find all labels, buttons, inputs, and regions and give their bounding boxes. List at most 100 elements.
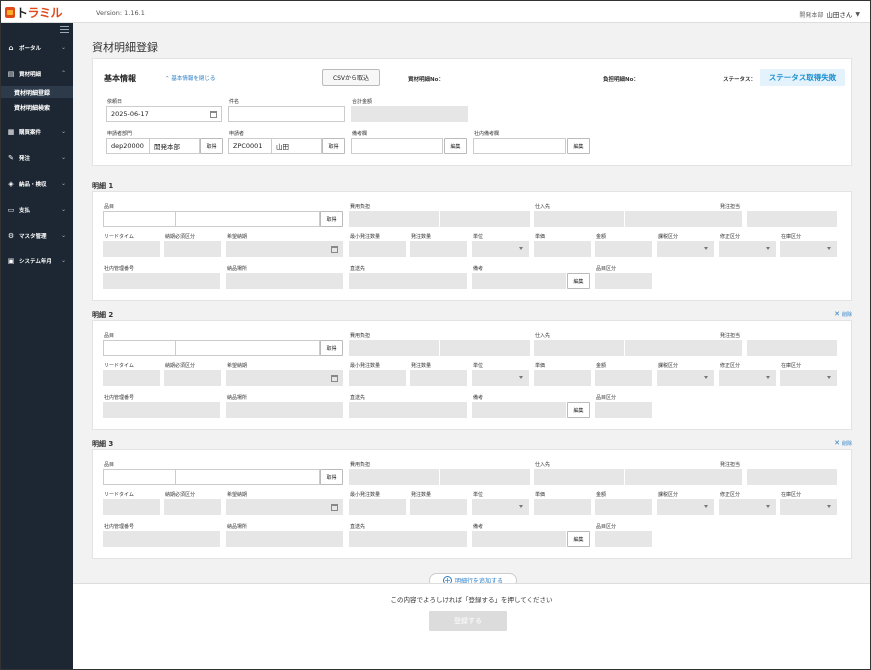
sidebar-item-master[interactable]: ⚙ マスタ管理 ⌄	[1, 229, 73, 243]
min-qty-label: 最小発注数量	[350, 492, 381, 498]
tax-class-select[interactable]	[657, 499, 714, 515]
subject-label: 件名	[229, 99, 240, 105]
stock-class-select[interactable]	[780, 241, 837, 257]
line-title: 明細 3	[92, 440, 114, 448]
correction-class-select[interactable]	[719, 241, 776, 257]
delivery-place-name-field	[285, 273, 343, 289]
desired-date-label: 希望納期	[227, 363, 248, 369]
calendar-icon: ▣	[7, 256, 15, 265]
calculator-icon: ▦	[7, 127, 15, 136]
applicant-fetch-button[interactable]: 取得	[322, 138, 345, 154]
desired-date-input[interactable]	[226, 241, 343, 257]
stock-class-select[interactable]	[780, 499, 837, 515]
lead-time-field	[103, 241, 160, 257]
order-qty-label: 発注数量	[411, 492, 432, 498]
tax-class-label: 課税区分	[658, 363, 679, 369]
item-class-field	[595, 402, 652, 418]
ship-to-name-field	[408, 273, 467, 289]
sidebar-item-purchase[interactable]: ▦ 購買案件 ⌄	[1, 125, 73, 139]
app-logo[interactable]: トラミル	[5, 6, 63, 20]
sidebar-subitem-search[interactable]: 資材明細検索	[1, 101, 73, 113]
sidebar-item-label: 購買案件	[19, 130, 42, 136]
unit-label: 単位	[473, 234, 484, 240]
item-code-input[interactable]	[103, 340, 176, 356]
ship-to-label: 直送先	[350, 524, 366, 530]
line-remarks-edit-button[interactable]: 編集	[567, 531, 590, 547]
delete-line-link[interactable]: ✕ 削除	[834, 439, 852, 447]
calendar-icon[interactable]	[331, 504, 338, 511]
total-amount-field	[351, 106, 468, 122]
unit-select[interactable]	[472, 370, 529, 386]
basic-info-card: 基本情報 ⌃ 基本情報を閉じる CSVから取込 資材明細No： 負担明細No： …	[92, 58, 852, 166]
sidebar-item-portal[interactable]: ⌂ ポータル ⌄	[1, 41, 73, 55]
sidebar-item-label: システム年月	[19, 259, 52, 265]
calendar-icon[interactable]	[210, 111, 217, 118]
cost-burden-code-field	[349, 340, 439, 356]
delete-line-link[interactable]: ✕ 削除	[834, 310, 852, 318]
unit-select[interactable]	[472, 241, 529, 257]
calendar-icon[interactable]	[331, 246, 338, 253]
item-name-input[interactable]	[175, 211, 320, 227]
menu-collapse-icon[interactable]	[60, 26, 69, 33]
total-amount-label: 合計金額	[352, 99, 373, 105]
internal-no-field	[103, 531, 220, 547]
close-icon: ✕	[834, 310, 840, 318]
stock-class-select[interactable]	[780, 370, 837, 386]
tax-class-select[interactable]	[657, 370, 714, 386]
line-remarks-edit-button[interactable]: 編集	[567, 273, 590, 289]
request-date-input[interactable]: 2025-06-17	[106, 106, 222, 122]
item-code-input[interactable]	[103, 469, 176, 485]
dept-code-input[interactable]: dep20000	[106, 138, 150, 154]
tax-class-select[interactable]	[657, 241, 714, 257]
correction-class-select[interactable]	[719, 499, 776, 515]
amount-label: 金額	[596, 363, 607, 369]
ship-to-code-field	[349, 273, 408, 289]
internal-remarks-edit-button[interactable]: 編集	[567, 138, 590, 154]
item-fetch-button[interactable]: 取得	[320, 340, 343, 356]
supplier-name-field	[625, 211, 742, 227]
item-name-input[interactable]	[175, 469, 320, 485]
applicant-code-input[interactable]: ZPC0001	[228, 138, 272, 154]
sidebar-item-payment[interactable]: ▭ 支払 ⌄	[1, 203, 73, 217]
dept-fetch-button[interactable]: 取得	[200, 138, 223, 154]
chevron-down-icon	[519, 247, 523, 250]
sidebar-item-material[interactable]: ▤ 資材明細 ⌃	[1, 67, 73, 81]
csv-import-button[interactable]: CSVから取込	[322, 69, 380, 86]
desired-date-input[interactable]	[226, 499, 343, 515]
unit-select[interactable]	[472, 499, 529, 515]
close-basic-info-link[interactable]: ⌃ 基本情報を閉じる	[165, 74, 215, 82]
subject-input[interactable]	[228, 106, 345, 122]
close-icon: ✕	[834, 439, 840, 447]
line-remarks-edit-button[interactable]: 編集	[567, 402, 590, 418]
sidebar-subitem-register[interactable]: 資材明細登録	[1, 86, 73, 98]
line-remarks-field	[472, 273, 566, 289]
calendar-icon[interactable]	[331, 375, 338, 382]
version-label: Version: 1.16.1	[96, 9, 145, 17]
supplier-label: 仕入先	[535, 462, 551, 468]
item-fetch-button[interactable]: 取得	[320, 211, 343, 227]
remarks-input[interactable]	[351, 138, 443, 154]
orderer-label: 発注担当	[720, 333, 741, 339]
correction-class-select[interactable]	[719, 370, 776, 386]
orderer-field	[747, 469, 837, 485]
user-menu[interactable]: 開発本部 山田さん ▼	[799, 9, 860, 20]
delivery-place-code-field	[226, 402, 285, 418]
clipboard-icon: ▤	[7, 69, 15, 78]
sidebar-item-order[interactable]: ✎ 発注 ⌄	[1, 151, 73, 165]
desired-date-input[interactable]	[226, 370, 343, 386]
sidebar-item-label: ポータル	[19, 46, 42, 52]
logo-text: トラミル	[16, 6, 63, 20]
line-remarks-field	[472, 402, 566, 418]
internal-remarks-input[interactable]	[473, 138, 566, 154]
ship-to-label: 直送先	[350, 395, 366, 401]
item-code-input[interactable]	[103, 211, 176, 227]
supplier-name-field	[625, 469, 742, 485]
sidebar-item-delivery[interactable]: ◈ 納品・検収 ⌄	[1, 177, 73, 191]
remarks-edit-button[interactable]: 編集	[444, 138, 467, 154]
register-button[interactable]: 登録する	[429, 611, 507, 631]
item-name-input[interactable]	[175, 340, 320, 356]
main-content: 資材明細登録 基本情報 ⌃ 基本情報を閉じる CSVから取込 資材明細No： 負…	[73, 23, 870, 669]
delivery-place-code-field	[226, 531, 285, 547]
item-fetch-button[interactable]: 取得	[320, 469, 343, 485]
sidebar-item-system-month[interactable]: ▣ システム年月 ⌄	[1, 254, 73, 268]
